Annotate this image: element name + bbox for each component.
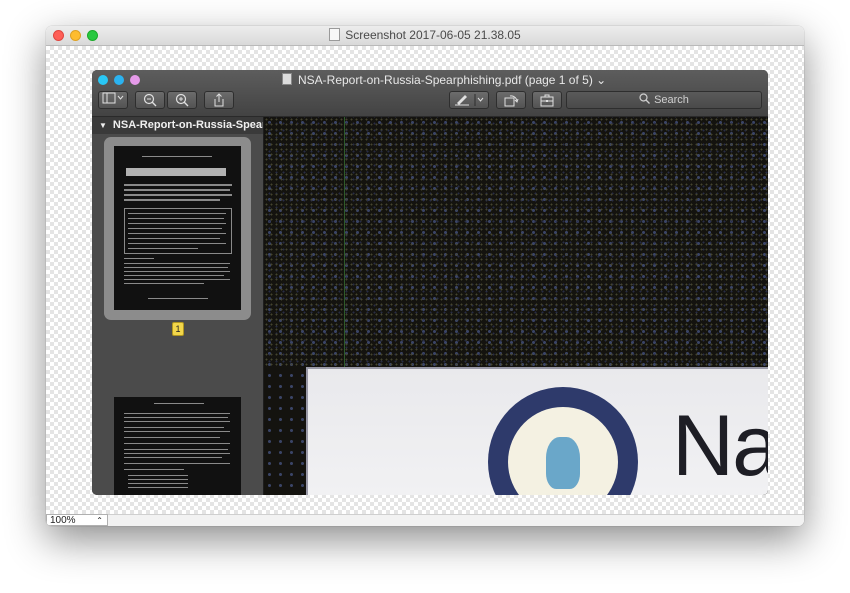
inner-title-text: NSA-Report-on-Russia-Spearphishing.pdf (… (298, 73, 593, 87)
share-icon (214, 93, 224, 107)
sidebar-header: ▼ NSA-Report-on-Russia-Spear... (92, 117, 263, 134)
window-title-text: Screenshot 2017-06-05 21.38.05 (345, 28, 521, 42)
search-placeholder: Search (654, 94, 689, 106)
scan-artifact-line (344, 117, 345, 367)
disclosure-triangle-icon: ▼ (99, 121, 107, 130)
toolbox-icon (540, 94, 554, 107)
document-view: Na (264, 117, 768, 495)
page-thumbnail-1 (114, 146, 241, 310)
inner-preview-window: NSA-Report-on-Russia-Spearphishing.pdf (… (92, 70, 768, 495)
rotate-button (496, 91, 526, 109)
inner-minimize-button (114, 75, 124, 85)
page-number-badge: 1 (172, 322, 184, 336)
title-bar: Screenshot 2017-06-05 21.38.05 (46, 26, 804, 46)
sidebar-header-text: NSA-Report-on-Russia-Spear... (112, 119, 263, 131)
scan-noise (264, 117, 768, 367)
zoom-in-icon (175, 93, 189, 107)
zoom-value: 100% (50, 515, 76, 526)
thumbnail-text-box (124, 208, 232, 254)
sidebar-icon (102, 92, 124, 104)
document-page: Na (306, 367, 768, 495)
page-heading-fragment: Na (672, 398, 768, 494)
document-icon (329, 28, 341, 41)
search-field: Search (566, 91, 762, 109)
pdf-icon (282, 73, 292, 85)
toolbox-button (532, 91, 562, 109)
zoom-in-button (167, 91, 197, 109)
markup-button (449, 91, 489, 109)
inner-toolbar: NSA-Report-on-Russia-Spearphishing.pdf (… (92, 70, 768, 117)
inner-window-title: NSA-Report-on-Russia-Spearphishing.pdf (… (282, 73, 606, 87)
sidebar-toggle-button (98, 91, 128, 109)
share-button (204, 91, 234, 109)
nsa-seal-icon (488, 387, 638, 495)
inner-close-button (98, 75, 108, 85)
thumbnail-sidebar: ▼ NSA-Report-on-Russia-Spear... 1 (92, 117, 264, 495)
title-chevron-icon: ⌄ (596, 73, 607, 87)
window-title: Screenshot 2017-06-05 21.38.05 (46, 28, 804, 42)
seal-inner (508, 407, 618, 495)
status-bar (108, 514, 804, 526)
search-icon (639, 93, 651, 104)
zoom-select[interactable]: 100% ⌃ (46, 514, 108, 526)
zoom-out-icon (143, 93, 157, 107)
zoom-out-button (135, 91, 165, 109)
page-thumbnail-2 (114, 397, 241, 495)
inner-maximize-button (130, 75, 140, 85)
stepper-icon: ⌃ (96, 516, 103, 525)
eagle-icon (546, 437, 580, 489)
pen-icon (455, 94, 484, 106)
thumbnail-banner (126, 168, 226, 176)
rotate-icon (504, 95, 519, 107)
